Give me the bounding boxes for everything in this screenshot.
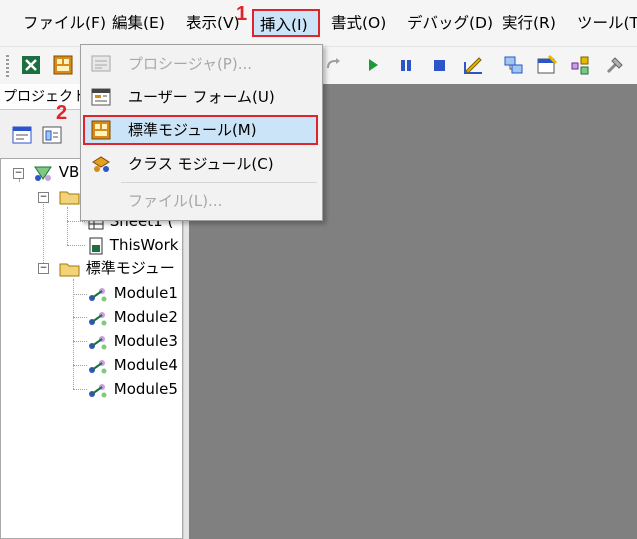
menu-run[interactable]: 実行(R): [496, 9, 562, 37]
menu-item-label: クラス モジュール(C): [128, 155, 274, 173]
menu-item-file[interactable]: ファイル(L)...: [83, 186, 318, 216]
module-icon: [89, 383, 107, 397]
tree-node-module[interactable]: Module3: [87, 330, 178, 352]
redo-icon[interactable]: [322, 54, 344, 76]
vba-project-icon: [34, 166, 52, 181]
tree-node-module[interactable]: Module5: [87, 378, 178, 400]
menu-edit[interactable]: 編集(E): [106, 9, 171, 37]
module-icon: [89, 287, 107, 301]
tree-node-label: Module1: [113, 284, 178, 302]
menu-item-class-module[interactable]: クラス モジュール(C): [83, 149, 318, 179]
tree-line: [67, 207, 68, 245]
tree-node-label: ThisWork: [109, 236, 179, 254]
excel-view-icon[interactable]: [20, 54, 42, 76]
menu-item-label: ユーザー フォーム(U): [128, 88, 275, 106]
menu-insert[interactable]: 挿入(I): [252, 9, 320, 37]
menu-item-label: プロシージャ(P)...: [128, 55, 253, 73]
tree-line: [19, 179, 20, 181]
insert-module-icon[interactable]: [52, 54, 74, 76]
menu-separator: [121, 182, 317, 183]
userform-icon: [91, 87, 111, 107]
insert-menu-dropdown: プロシージャ(P)... ユーザー フォーム(U) 標準モジュール(M) クラス…: [80, 44, 323, 221]
tree-node-label: Module3: [113, 332, 178, 350]
menu-item-procedure[interactable]: プロシージャ(P)...: [83, 49, 318, 79]
view-code-icon[interactable]: [12, 126, 32, 148]
tree-collapse-toggle[interactable]: −: [13, 168, 24, 179]
class-module-icon: [91, 154, 111, 174]
procedure-icon: [91, 54, 111, 74]
tree-node-project[interactable]: VB: [32, 161, 79, 183]
module-icon: [89, 359, 107, 373]
toolbar-grip[interactable]: [6, 55, 9, 77]
properties-window-icon[interactable]: [536, 54, 558, 76]
menu-item-standard-module[interactable]: 標準モジュール(M): [83, 115, 318, 145]
folder-icon: [59, 263, 80, 276]
tree-line: [67, 221, 85, 222]
step-1-marker: 1: [236, 3, 248, 25]
pause-icon[interactable]: [395, 54, 417, 76]
tree-node-module[interactable]: Module2: [87, 306, 178, 328]
object-browser-icon[interactable]: [569, 54, 591, 76]
tree-line: [67, 245, 85, 246]
folder-icon: [59, 191, 80, 204]
module-icon: [89, 311, 107, 325]
menu-debug[interactable]: デバッグ(D): [401, 9, 499, 37]
menu-bar: ファイル(F) 編集(E) 表示(V) 挿入(I) 書式(O) デバッグ(D) …: [0, 0, 637, 46]
menu-file[interactable]: ファイル(F): [17, 9, 112, 37]
tree-line: [73, 317, 87, 318]
tree-node-label: Module4: [113, 356, 178, 374]
module-icon: [91, 120, 111, 140]
tree-line: [73, 389, 87, 390]
tree-node-module[interactable]: Module1: [87, 282, 178, 304]
module-icon: [89, 335, 107, 349]
tree-collapse-toggle[interactable]: −: [38, 192, 49, 203]
tree-line: [73, 279, 74, 389]
menu-tools[interactable]: ツール(T): [571, 9, 637, 37]
tree-line: [43, 199, 44, 269]
tree-node-label: VB: [58, 163, 80, 181]
menu-item-label: ファイル(L)...: [128, 192, 223, 210]
menu-format[interactable]: 書式(O): [325, 9, 392, 37]
workbook-icon: [89, 237, 103, 254]
project-explorer-icon[interactable]: [503, 54, 525, 76]
menu-item-label: 標準モジュール(M): [128, 121, 257, 139]
tree-line: [73, 341, 87, 342]
design-mode-icon[interactable]: [462, 54, 484, 76]
tree-line: [73, 365, 87, 366]
view-object-icon[interactable]: [42, 126, 62, 148]
run-icon[interactable]: [362, 54, 384, 76]
reset-icon[interactable]: [428, 54, 450, 76]
tree-collapse-toggle[interactable]: −: [38, 263, 49, 274]
tree-node-thisworkbook[interactable]: ThisWork: [87, 234, 178, 256]
tree-node-module[interactable]: Module4: [87, 354, 178, 376]
step-2-marker: 2: [56, 102, 68, 124]
tree-node-label: Module2: [113, 308, 178, 326]
tree-node-label: 標準モジュー: [85, 259, 175, 277]
tree-node-label: Module5: [113, 380, 178, 398]
tree-node-excel-objects-folder[interactable]: [59, 185, 81, 207]
menu-item-userform[interactable]: ユーザー フォーム(U): [83, 82, 318, 112]
tree-node-modules-folder[interactable]: 標準モジュー: [59, 257, 175, 279]
tree-line: [73, 294, 87, 295]
toolbox-icon[interactable]: [604, 54, 626, 76]
